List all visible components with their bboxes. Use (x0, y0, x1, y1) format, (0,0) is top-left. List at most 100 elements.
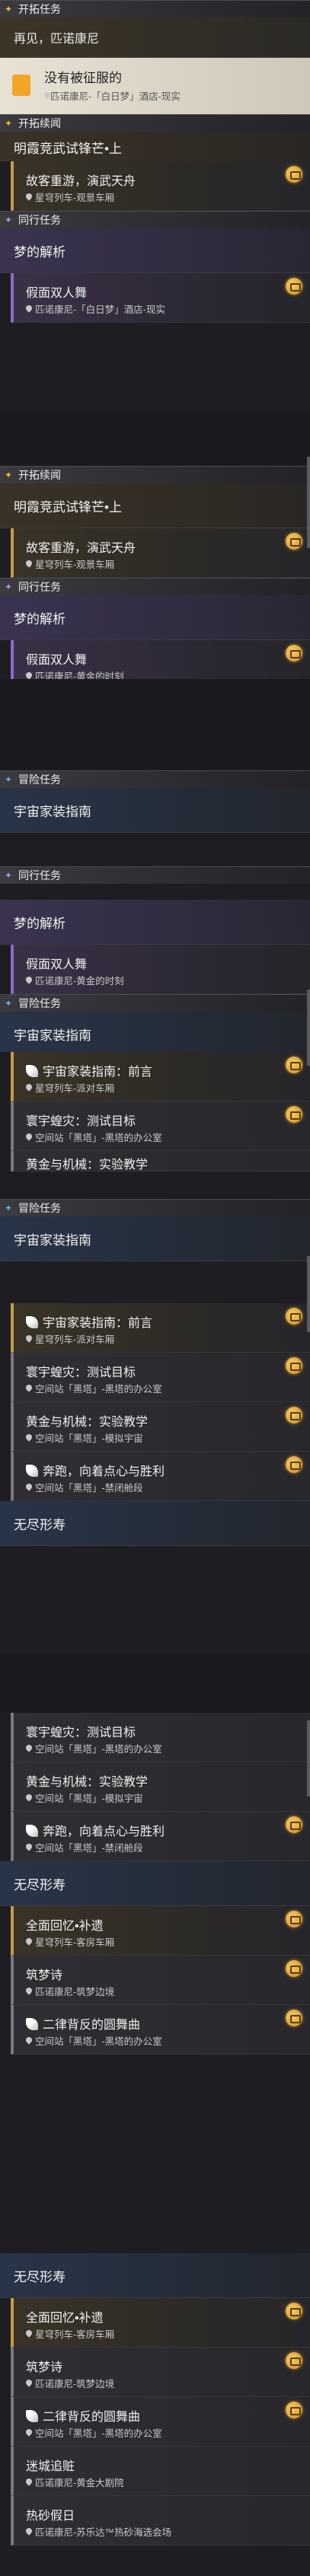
quest-item[interactable]: 故客重游，演武天舟 星穹列车-观景车厢 (11, 161, 310, 211)
quest-item[interactable]: 寰宇蝗灾：测试目标 空间站「黑塔」-黑塔的办公室 (11, 1101, 310, 1151)
quest-item[interactable]: 全面回忆•补遗 星穹列车-客房车厢 (11, 1906, 310, 1956)
featured-quest[interactable]: 没有被征服的 匹诺康尼-「白日梦」酒店-现实 (0, 58, 310, 114)
pin-icon (26, 2528, 32, 2536)
scrollbar[interactable] (307, 1720, 310, 1797)
scrollbar[interactable] (307, 1256, 310, 1332)
location-text: 空间站「黑塔」-模拟宇宙 (35, 1793, 143, 1804)
quest-row[interactable]: 梦的解析 (0, 595, 310, 640)
quest-item[interactable]: 假面双人舞 匹诺康尼-黄金的时刻 (11, 640, 310, 679)
category-header: ✦ 开拓续闻 (0, 466, 310, 483)
category-label: 开拓续闻 (18, 469, 61, 481)
panel-9: 无尽形寿 全面回忆•补遗 星穹列车-客房车厢 筑梦诗 匹诺康尼-筑梦边境 二律背… (0, 2253, 310, 2576)
quest-location: 匹诺康尼-黄金的时刻 (26, 668, 124, 679)
quest-item[interactable]: 假面双人舞 匹诺康尼-「白日梦」酒店-现实 (11, 273, 310, 323)
category-label: 同行任务 (18, 581, 61, 593)
location-text: 空间站「黑塔」-黑塔的办公室 (35, 2428, 162, 2439)
quest-row[interactable]: 无尽形寿 (0, 1861, 310, 1906)
quest-name: 没有被征服的 (44, 71, 122, 85)
pin-icon (26, 2037, 32, 2045)
star-icon: ✦ (5, 4, 13, 14)
quest-name: 全面回忆•补遗 (26, 1920, 104, 1933)
quest-name: 迷城追赃 (26, 2460, 75, 2473)
location-text: 空间站「黑塔」-模拟宇宙 (35, 1433, 143, 1444)
quest-row[interactable]: 明霞竞武试锋芒•上 (0, 483, 310, 528)
quest-row[interactable]: 无尽形寿 (0, 1501, 310, 1546)
quest-item[interactable]: 故客重游，演武天舟 星穹列车-观景车厢 (11, 528, 310, 578)
quest-row[interactable]: 梦的解析 (0, 228, 310, 273)
reward-badge-icon (286, 533, 302, 550)
quest-name: 宇宙家装指南：前言 (26, 1061, 152, 1079)
quest-item[interactable]: 二律背反的圆舞曲 空间站「黑塔」-黑塔的办公室 (11, 2397, 310, 2447)
quest-row[interactable]: 明霞竞武试锋芒•上 (0, 132, 310, 161)
location-text: 空间站「黑塔」-黑塔的办公室 (35, 1133, 162, 1143)
quest-item[interactable]: 寰宇蝗灾：测试目标 空间站「黑塔」-黑塔的办公室 (11, 1353, 310, 1402)
location-text: 星穹列车-客房车厢 (35, 2329, 115, 2340)
quest-row[interactable]: 宇宙家装指南 (0, 1012, 310, 1052)
reward-badge-icon (286, 1057, 302, 1073)
pin-icon (26, 1844, 32, 1851)
quest-item[interactable]: 迷城追赃 匹诺康尼-黄金大剧院 (11, 2447, 310, 2496)
quest-name: 黄金与机械：实验教学 (26, 1776, 149, 1789)
quest-name: 二律背反的圆舞曲 (26, 2406, 140, 2425)
quest-item[interactable]: 全面回忆•补遗 星穹列车-客房车厢 (11, 2298, 310, 2348)
quest-item[interactable]: 筑梦诗 匹诺康尼-筑梦边境 (11, 2348, 310, 2397)
quest-item[interactable]: 二律背反的圆舞曲 空间站「黑塔」-黑塔的办公室 (11, 2005, 310, 2055)
scrollbar[interactable] (307, 457, 310, 548)
quest-item[interactable]: 寰宇蝗灾：测试目标 空间站「黑塔」-黑塔的办公室 (11, 1713, 310, 1762)
panel-5: 梦的解析 假面双人舞 匹诺康尼-黄金的时刻 ✦ 冒险任务 宇宙家装指南 (0, 900, 310, 1052)
location-text: 匹诺康尼-「白日梦」酒店-现实 (35, 304, 165, 315)
quest-location: 匹诺康尼-「白日梦」酒店-现实 (44, 88, 181, 103)
quest-name: 二律背反的圆舞曲 (26, 2014, 140, 2032)
star-icon: ✦ (5, 1203, 13, 1213)
quest-row[interactable]: 宇宙家装指南 (0, 1216, 310, 1261)
pin-icon (26, 2479, 32, 2486)
panel-8: 寰宇蝗灾：测试目标 空间站「黑塔」-黑塔的办公室 黄金与机械：实验教学 空间站「… (0, 1713, 310, 2253)
feather-icon (26, 2410, 38, 2422)
category-header: ✦ 同行任务 (0, 578, 310, 595)
quest-location: 空间站「黑塔」-模拟宇宙 (26, 1430, 143, 1445)
quest-title: 无尽形寿 (14, 2269, 66, 2284)
quest-location: 星穹列车-客房车厢 (26, 2326, 114, 2341)
quest-name: 寰宇蝗灾：测试目标 (26, 1115, 136, 1128)
feather-icon (26, 1465, 38, 1477)
quest-name-text: 宇宙家装指南：前言 (43, 1066, 153, 1079)
quest-item[interactable]: 奔跑，向着点心与胜利 空间站「黑塔」-禁闭舱段 (11, 1812, 310, 1861)
quest-location: 空间站「黑塔」-黑塔的办公室 (26, 1381, 162, 1395)
quest-item[interactable]: 筑梦诗 匹诺康尼-筑梦边境 (11, 1956, 310, 2005)
quest-item[interactable]: 热砂假日 匹诺康尼-苏乐达™热砂海选会场 (11, 2496, 310, 2546)
quest-location: 匹诺康尼-「白日梦」酒店-现实 (26, 301, 165, 316)
panel-7: 宇宙家装指南：前言 星穹列车-派对车厢 寰宇蝗灾：测试目标 空间站「黑塔」-黑塔… (0, 1303, 310, 1653)
star-icon: ✦ (5, 774, 13, 785)
quest-item[interactable]: 黄金与机械：实验教学 空间站「黑塔」-模拟宇宙 (11, 1762, 310, 1812)
quest-item[interactable]: 假面双人舞 匹诺康尼-黄金的时刻 (11, 945, 310, 994)
quest-row[interactable]: 无尽形寿 (0, 2253, 310, 2298)
quest-title: 再见，匹诺康尼 (14, 33, 100, 46)
quest-row[interactable]: 再见，匹诺康尼 (0, 18, 310, 58)
quest-item[interactable]: 奔跑，向着点心与胜利 空间站「黑塔」-禁闭舱段 (11, 1452, 310, 1501)
reward-badge-icon (286, 1106, 302, 1123)
location-text: 匹诺康尼-苏乐达™热砂海选会场 (35, 2527, 172, 2538)
category-header: ✦ 冒险任务 (0, 770, 310, 788)
quest-item[interactable]: 宇宙家装指南：前言 星穹列车-派对车厢 (11, 1052, 310, 1101)
quest-name: 黄金与机械：实验教学 (26, 1416, 149, 1429)
scrollbar[interactable] (307, 990, 310, 1066)
quest-item[interactable]: 黄金与机械：实验教学 (11, 1151, 310, 1172)
quest-item[interactable]: 黄金与机械：实验教学 空间站「黑塔」-模拟宇宙 (11, 1402, 310, 1452)
reward-badge-icon (286, 2352, 302, 2369)
quest-location: 星穹列车-观景车厢 (26, 190, 114, 204)
category-label: 同行任务 (18, 214, 61, 226)
reward-badge-icon (286, 1407, 302, 1423)
quest-row[interactable]: 宇宙家装指南 (0, 788, 310, 833)
quest-location: 空间站「黑塔」-禁闭舱段 (26, 1480, 143, 1494)
quest-name: 奔跑，向着点心与胜利 (26, 1821, 165, 1839)
pin-icon (26, 1385, 32, 1392)
quest-row[interactable]: 梦的解析 (0, 900, 310, 945)
reward-badge-icon (286, 1960, 302, 1977)
quest-name: 假面双人舞 (26, 287, 88, 300)
location-text: 匹诺康尼-黄金大剧院 (35, 2478, 124, 2488)
feather-icon (26, 1065, 38, 1077)
quest-item[interactable]: 宇宙家装指南：前言 星穹列车-派对车厢 (11, 1303, 310, 1353)
feather-icon (26, 1825, 38, 1837)
reward-badge-icon (286, 645, 302, 662)
category-label: 开拓续闻 (18, 117, 61, 129)
